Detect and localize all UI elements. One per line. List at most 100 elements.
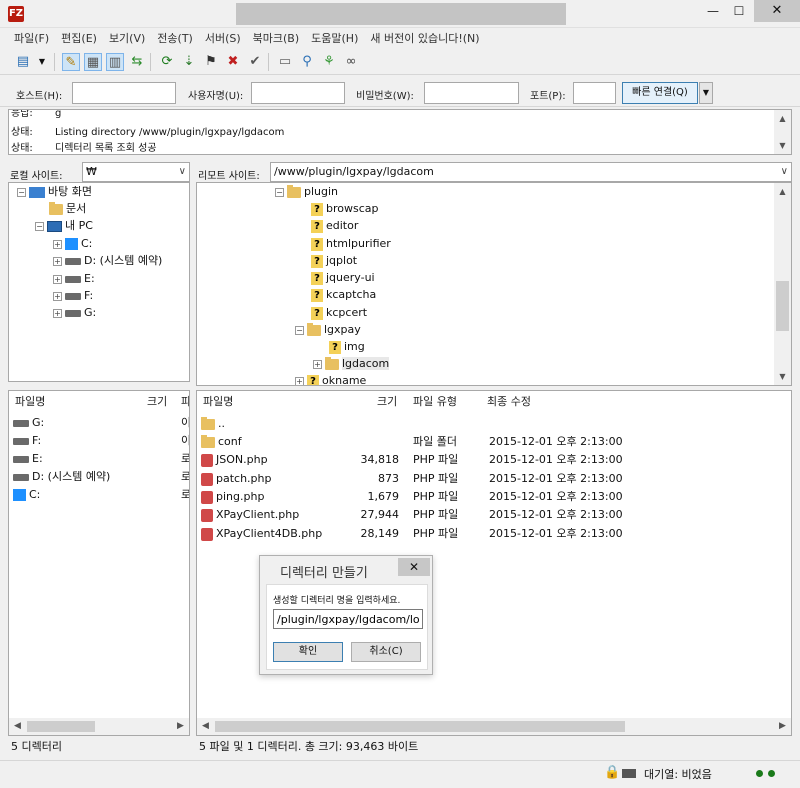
queue-icon[interactable]: ⇆ — [128, 53, 146, 71]
scroll-up-icon[interactable]: ▲ — [774, 183, 791, 200]
list-item[interactable]: G:이 — [13, 414, 189, 432]
local-tree-icon[interactable]: ▦ — [84, 53, 102, 71]
scroll-right-icon[interactable]: ▶ — [774, 718, 791, 735]
column-header-name[interactable]: 파일명 — [203, 391, 233, 413]
tree-node-browscap[interactable]: ? browscap — [311, 200, 379, 217]
tree-node-kcpcert[interactable]: ? kcpcert — [311, 304, 367, 321]
quickconnect-history-dropdown[interactable]: ▼ — [699, 82, 713, 104]
menu-bookmarks[interactable]: 북마크(B) — [247, 29, 306, 49]
menu-help[interactable]: 도움말(H) — [305, 29, 364, 49]
column-header-size[interactable]: 크기 — [377, 391, 397, 413]
tree-node-documents[interactable]: 문서 — [49, 200, 86, 217]
table-row[interactable]: patch.php 873 PHP 파일 2015-12-01 오후 2:13:00 — [201, 470, 789, 488]
local-status-text: 5 디렉터리 — [11, 740, 62, 753]
column-header-name[interactable]: 파일명 — [15, 391, 45, 413]
process-queue-icon[interactable]: ⇣ — [180, 53, 198, 71]
drive-icon — [13, 455, 29, 463]
tree-node-my-pc[interactable]: − 내 PC — [35, 217, 93, 234]
table-row[interactable]: ping.php 1,679 PHP 파일 2015-12-01 오후 2:13:00 — [201, 488, 789, 506]
tree-node-drive-f[interactable]: + F: — [53, 287, 93, 304]
tree-node-jquery-ui[interactable]: ? jquery-ui — [311, 269, 375, 286]
remote-list-hscrollbar[interactable]: ◀ ▶ — [197, 718, 791, 735]
tree-node-kcaptcha[interactable]: ? kcaptcha — [311, 286, 376, 303]
ok-button[interactable]: 확인 — [273, 642, 343, 662]
site-manager-icon[interactable]: ▤ — [14, 53, 32, 71]
maximize-button[interactable]: ☐ — [724, 0, 754, 22]
tree-node-desktop[interactable]: − 바탕 화면 — [17, 183, 92, 200]
list-item[interactable]: D: (시스템 예약)로 — [13, 468, 189, 486]
list-item[interactable]: F:이 — [13, 432, 189, 450]
search-remote-icon[interactable]: ⚘ — [320, 53, 338, 71]
table-row[interactable]: .. — [201, 415, 789, 433]
tree-node-plugin[interactable]: − plugin — [275, 183, 338, 200]
column-header-type[interactable]: 파 — [181, 391, 189, 413]
table-row[interactable]: XPayClient.php 27,944 PHP 파일 2015-12-01 오후 … — [201, 506, 789, 524]
scroll-right-icon[interactable]: ▶ — [172, 718, 189, 735]
tree-node-drive-g[interactable]: + G: — [53, 304, 96, 321]
remote-tree-scrollbar[interactable]: ▲ ▼ — [774, 183, 791, 385]
local-file-list: 파일명 크기 파 G:이 F:이 E:로 D: (시스템 예약)로 C:로 ◀ … — [8, 390, 190, 736]
scroll-down-icon[interactable]: ▼ — [774, 368, 791, 385]
refresh-icon[interactable]: ⟳ — [158, 53, 176, 71]
tree-node-htmlpurifier[interactable]: ? htmlpurifier — [311, 235, 391, 252]
tree-node-editor[interactable]: ? editor — [311, 217, 358, 234]
server-icon — [622, 769, 636, 778]
php-file-icon — [201, 490, 213, 504]
local-site-path[interactable]: ₩ ∨ — [82, 162, 190, 182]
remote-site-path[interactable]: /www/plugin/lgxpay/lgdacom ∨ — [270, 162, 792, 182]
menu-transfer[interactable]: 전송(T) — [151, 29, 199, 49]
close-window-button[interactable]: ✕ — [754, 0, 800, 22]
menu-file[interactable]: 파일(F) — [8, 29, 55, 49]
table-row[interactable]: JSON.php 34,818 PHP 파일 2015-12-01 오후 2:13:0… — [201, 451, 789, 469]
table-row[interactable]: conf 파일 폴더 2015-12-01 오후 2:13:00 — [201, 433, 789, 451]
scroll-thumb[interactable] — [776, 281, 789, 331]
column-header-modified[interactable]: 최종 수정 — [487, 391, 531, 413]
title-bar: FZ — ☐ ✕ — [0, 0, 800, 28]
menu-view[interactable]: 보기(V) — [103, 29, 151, 49]
find-icon[interactable]: ∞ — [342, 53, 360, 71]
sync-browse-icon[interactable]: ⚲ — [298, 53, 316, 71]
scroll-left-icon[interactable]: ◀ — [197, 718, 214, 735]
dropdown-arrow-icon[interactable]: ▼ — [36, 53, 48, 71]
username-input[interactable] — [251, 82, 345, 104]
tree-node-drive-d[interactable]: + D: (시스템 예약) — [53, 252, 162, 269]
column-header-type[interactable]: 파일 유형 — [413, 391, 457, 413]
quickconnect-button[interactable]: 빠른 연결(Q) — [622, 82, 698, 104]
cancel-icon[interactable]: ⚑ — [202, 53, 220, 71]
cancel-button[interactable]: 취소(C) — [351, 642, 421, 662]
scroll-thumb[interactable] — [27, 721, 95, 732]
log-row: 상태: 디렉터리 목록 조회 성공 — [11, 143, 157, 154]
tree-node-jqplot[interactable]: ? jqplot — [311, 252, 357, 269]
php-file-icon — [201, 508, 213, 522]
dialog-close-button[interactable]: ✕ — [398, 558, 430, 576]
port-input[interactable] — [573, 82, 616, 104]
reconnect-icon[interactable]: ✔ — [246, 53, 264, 71]
menu-new-version[interactable]: 새 버전이 있습니다!(N) — [364, 29, 485, 49]
directory-compare-icon[interactable]: ▭ — [276, 53, 294, 71]
tree-node-lgxpay[interactable]: − lgxpay — [295, 321, 361, 338]
log-scrollbar[interactable]: ▲ ▼ — [774, 110, 791, 154]
table-row[interactable]: XPayClient4DB.php 28,149 PHP 파일 2015-12-01 … — [201, 525, 789, 543]
host-input[interactable] — [72, 82, 176, 104]
disconnect-icon[interactable]: ✖ — [224, 53, 242, 71]
scroll-thumb[interactable] — [215, 721, 625, 732]
tree-node-img[interactable]: ? img — [329, 338, 365, 355]
directory-name-input[interactable] — [273, 609, 423, 629]
scroll-up-icon[interactable]: ▲ — [774, 110, 791, 127]
scroll-left-icon[interactable]: ◀ — [9, 718, 26, 735]
remote-tree-icon[interactable]: ▥ — [106, 53, 124, 71]
tree-node-lgdacom[interactable]: + lgdacom — [313, 355, 390, 372]
menu-server[interactable]: 서버(S) — [199, 29, 247, 49]
tree-node-okname[interactable]: +? okname — [295, 372, 366, 385]
local-site-label: 로컬 사이트: — [10, 171, 63, 182]
tree-node-drive-c[interactable]: + C: — [53, 235, 92, 252]
list-item[interactable]: E:로 — [13, 450, 189, 468]
menu-edit[interactable]: 편집(E) — [55, 29, 103, 49]
column-header-size[interactable]: 크기 — [147, 391, 167, 413]
list-item[interactable]: C:로 — [13, 486, 189, 504]
password-input[interactable] — [424, 82, 519, 104]
local-list-hscrollbar[interactable]: ◀ ▶ — [9, 718, 189, 735]
scroll-down-icon[interactable]: ▼ — [774, 137, 791, 154]
message-log-icon[interactable]: ✎ — [62, 53, 80, 71]
tree-node-drive-e[interactable]: + E: — [53, 270, 95, 287]
